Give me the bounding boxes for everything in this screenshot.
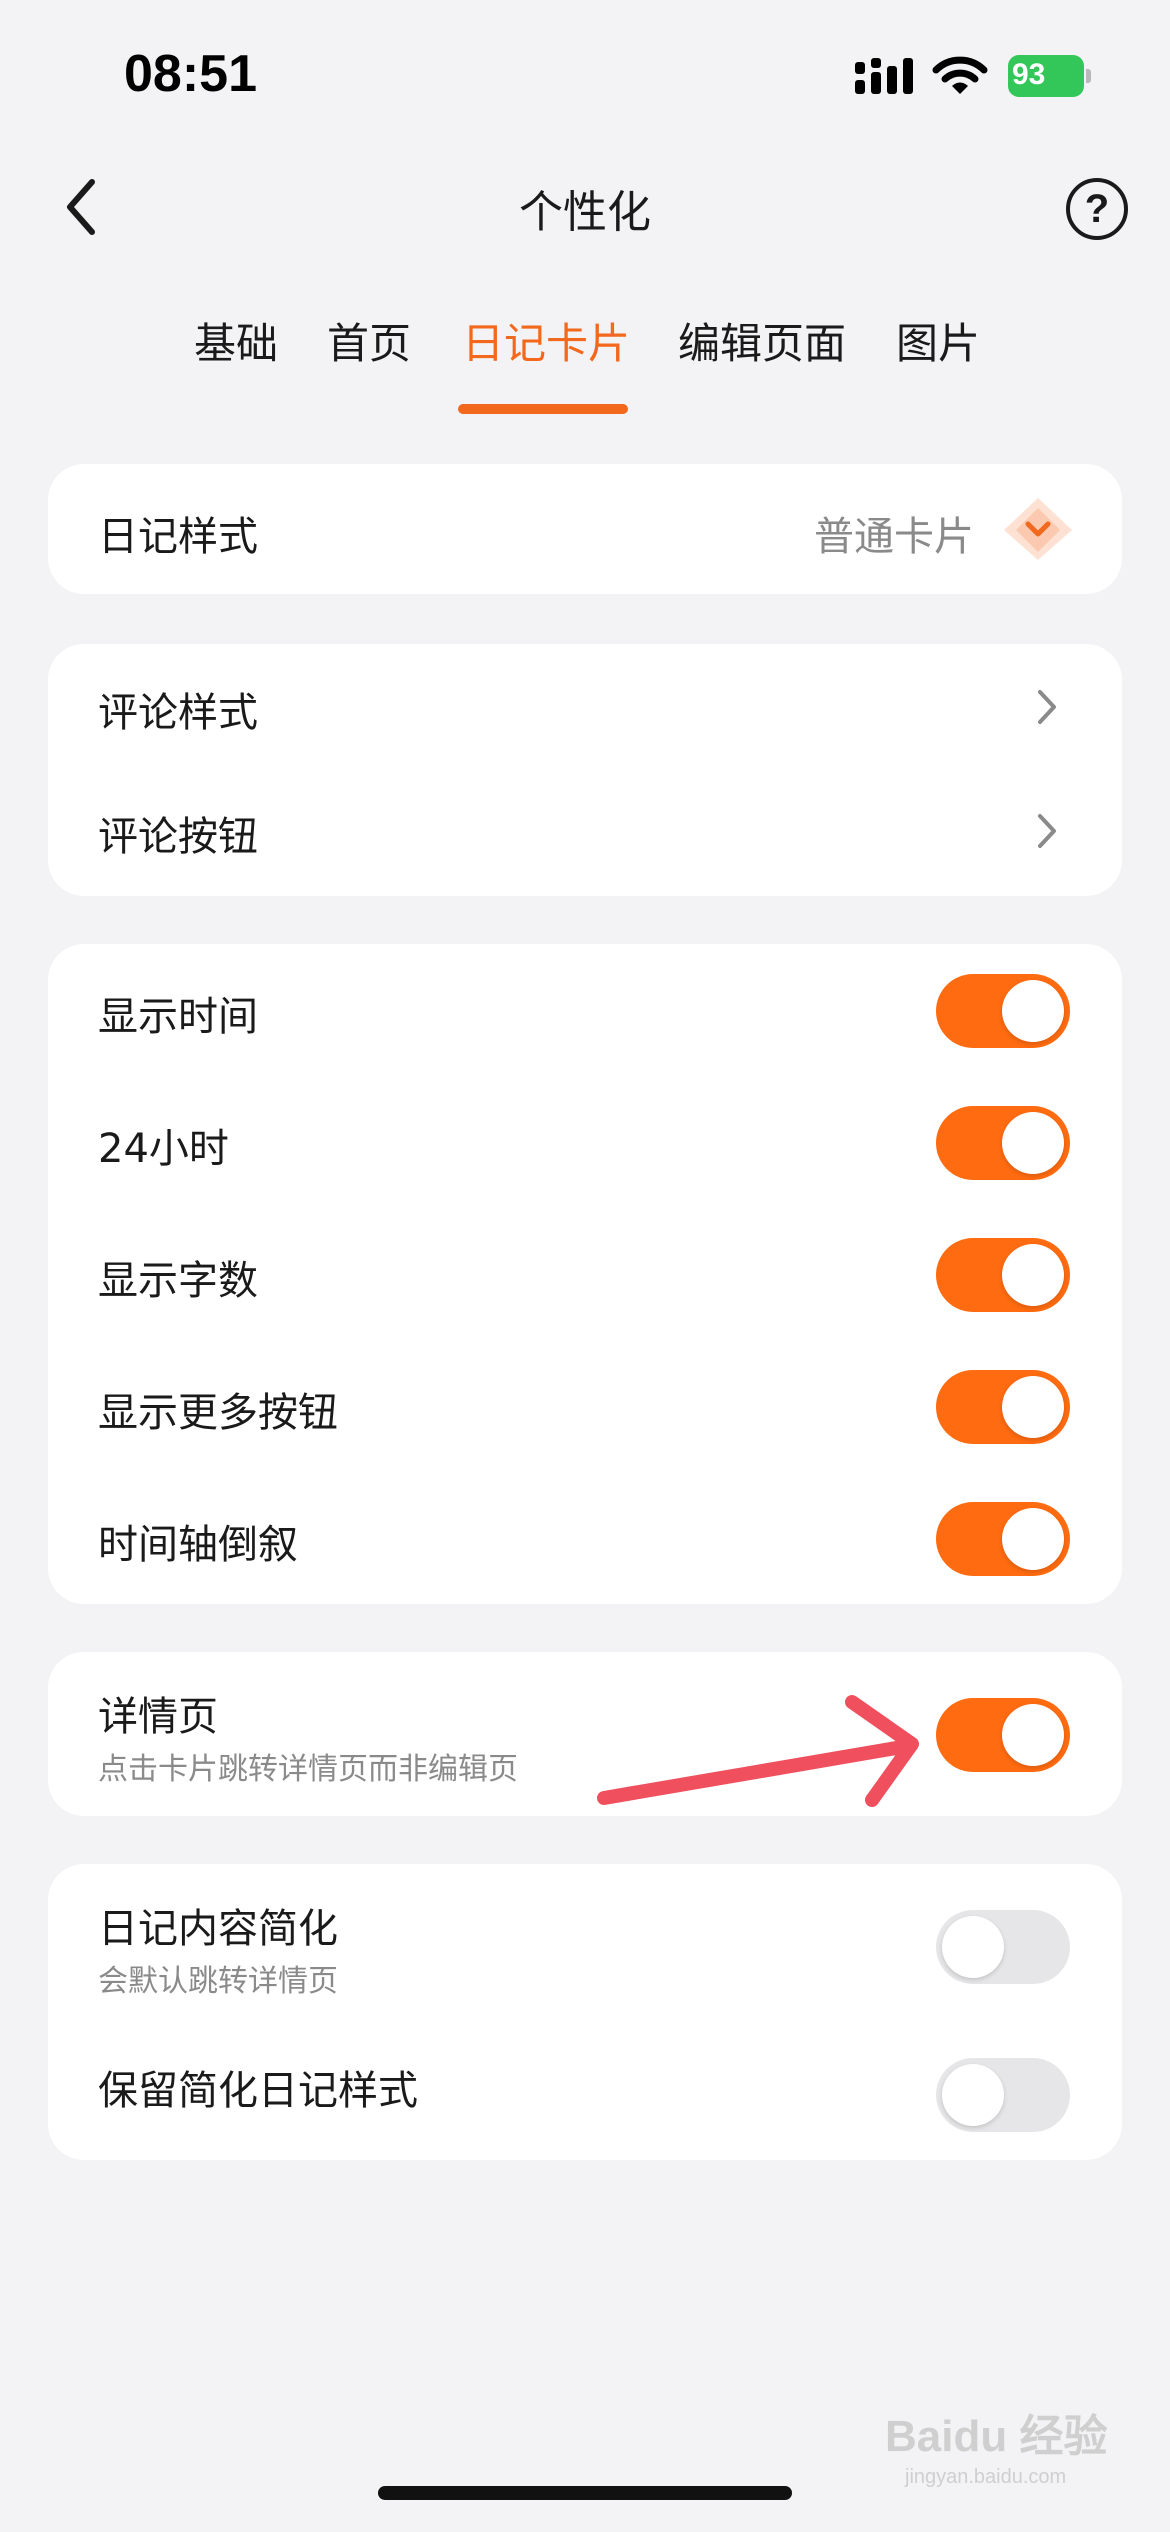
watermark-url: jingyan.baidu.com xyxy=(905,2466,1067,2488)
24-hour-toggle[interactable] xyxy=(936,1106,1070,1180)
comment-style-label: 评论样式 xyxy=(98,690,258,736)
help-button[interactable]: ? xyxy=(1066,178,1128,240)
simplify-label: 日记内容简化 xyxy=(98,1906,338,1952)
word-count-toggle[interactable] xyxy=(936,1238,1070,1312)
diary-style-card: 日记样式 普通卡片 xyxy=(48,464,1122,594)
timeline-reverse-toggle[interactable] xyxy=(936,1502,1070,1576)
battery-level: 93 xyxy=(1012,58,1046,91)
chevron-right-icon xyxy=(1038,690,1056,724)
toggle-row-show-time: 显示时间 xyxy=(48,944,1122,1076)
comments-card: 评论样式 评论按钮 xyxy=(48,644,1122,896)
premium-gem-icon xyxy=(1004,498,1072,560)
more-button-label: 显示更多按钮 xyxy=(98,1390,338,1436)
detail-page-toggle[interactable] xyxy=(936,1698,1070,1772)
status-bar: 08:51 93 xyxy=(0,0,1170,150)
baidu-watermark: Baidu 经验 xyxy=(885,2400,1107,2464)
detail-page-label: 详情页 xyxy=(98,1694,218,1740)
tab-home[interactable]: 首页 xyxy=(327,310,411,371)
diary-style-row[interactable]: 日记样式 普通卡片 xyxy=(48,464,1122,594)
watermark-main: Bai xyxy=(885,2412,954,2461)
tab-basic[interactable]: 基础 xyxy=(194,310,278,371)
simplify-description: 会默认跳转详情页 xyxy=(98,1964,338,1999)
chevron-right-icon xyxy=(1038,814,1056,848)
toggle-row-simplify: 日记内容简化 会默认跳转详情页 xyxy=(48,1864,1122,2028)
show-time-label: 显示时间 xyxy=(98,994,258,1040)
toggle-row-timeline-reverse: 时间轴倒叙 xyxy=(48,1472,1122,1604)
toggle-row-detail-page: 详情页 点击卡片跳转详情页而非编辑页 xyxy=(48,1652,1122,1816)
toggle-row-word-count: 显示字数 xyxy=(48,1208,1122,1340)
tab-diary-card[interactable]: 日记卡片 xyxy=(462,310,630,371)
toggle-row-keep-simplified: 保留简化日记样式 xyxy=(48,2028,1122,2160)
more-button-toggle[interactable] xyxy=(936,1370,1070,1444)
word-count-label: 显示字数 xyxy=(98,1258,258,1304)
tab-images[interactable]: 图片 xyxy=(896,310,980,371)
diary-style-value: 普通卡片 xyxy=(814,514,974,560)
status-time: 08:51 xyxy=(124,45,257,103)
cellular-signal-icon xyxy=(855,58,913,94)
active-tab-indicator xyxy=(458,404,628,414)
comment-button-label: 评论按钮 xyxy=(98,814,258,860)
toggle-row-24h: 24小时 xyxy=(48,1076,1122,1208)
annotation-arrow-icon xyxy=(597,1695,919,1807)
detail-page-card: 详情页 点击卡片跳转详情页而非编辑页 xyxy=(48,1652,1122,1816)
keep-simplified-toggle[interactable] xyxy=(936,2058,1070,2132)
display-options-card: 显示时间 24小时 显示字数 显示更多按钮 时间轴倒叙 xyxy=(48,944,1122,1604)
watermark-suffix: du 经验 xyxy=(953,2412,1108,2461)
home-indicator[interactable] xyxy=(378,2486,792,2500)
page-title: 个性化 xyxy=(519,187,651,238)
comment-style-row[interactable]: 评论样式 xyxy=(48,644,1122,770)
tab-edit-page[interactable]: 编辑页面 xyxy=(678,310,846,371)
show-time-toggle[interactable] xyxy=(936,974,1070,1048)
24-hour-label: 24小时 xyxy=(98,1126,229,1172)
simplify-card: 日记内容简化 会默认跳转详情页 保留简化日记样式 xyxy=(48,1864,1122,2160)
simplify-toggle[interactable] xyxy=(936,1910,1070,1984)
wifi-icon xyxy=(932,56,988,94)
comment-button-row[interactable]: 评论按钮 xyxy=(48,770,1122,896)
detail-page-description: 点击卡片跳转详情页而非编辑页 xyxy=(98,1752,518,1787)
settings-page: 08:51 93 个性化 ? 基础 首页 日记卡片 编辑页面 图片 日记样式 普… xyxy=(0,0,1170,2532)
timeline-reverse-label: 时间轴倒叙 xyxy=(98,1522,298,1568)
toggle-row-more-button: 显示更多按钮 xyxy=(48,1340,1122,1472)
keep-simplified-label: 保留简化日记样式 xyxy=(98,2068,418,2114)
battery-icon: 93 xyxy=(1008,55,1091,97)
diary-style-label: 日记样式 xyxy=(98,514,258,560)
